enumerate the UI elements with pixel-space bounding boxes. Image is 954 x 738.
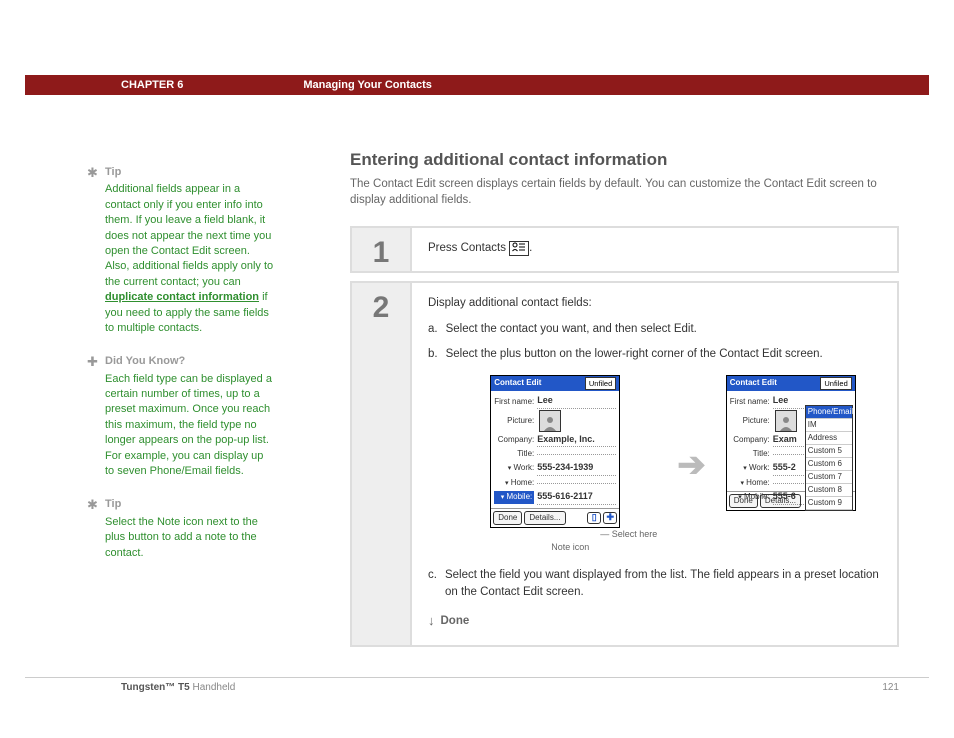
field-popup: Phone/Email IM Address Custom 5 Custom 6… xyxy=(805,405,853,511)
asterisk-icon: ✱ xyxy=(87,496,98,514)
company-field[interactable]: Example, Inc. xyxy=(537,433,616,448)
contacts-icon xyxy=(509,241,529,256)
home-field[interactable] xyxy=(537,483,616,484)
work-field[interactable]: 555-234-1939 xyxy=(537,461,616,476)
screen-contact-edit-1: Contact Edit Unfiled First name:Lee Pict… xyxy=(490,375,620,528)
did-you-know-block: ✚ Did You Know? Each field type can be d… xyxy=(105,354,275,479)
screen-contact-edit-2: Contact Edit Unfiled First name:Lee Pict… xyxy=(726,375,856,511)
section-intro: The Contact Edit screen displays certain… xyxy=(350,176,899,208)
plus-button[interactable]: ✚ xyxy=(603,512,617,524)
tip-label: Tip xyxy=(105,165,275,180)
callout-select: — Select here xyxy=(600,528,657,542)
screenshot-row: Contact Edit Unfiled First name:Lee Pict… xyxy=(428,375,881,555)
mobile-label[interactable]: ▾ Mobile: xyxy=(494,491,534,504)
plus-icon: ✚ xyxy=(87,353,98,371)
note-icon[interactable]: ▯ xyxy=(587,512,601,524)
tip-text-2: Select the Note icon next to the plus bu… xyxy=(105,515,275,561)
header-bar: CHAPTER 6 Managing Your Contacts xyxy=(25,75,929,95)
duplicate-contact-link[interactable]: duplicate contact information xyxy=(105,291,259,303)
dyk-text: Each field type can be displayed a certa… xyxy=(105,372,275,480)
step-number: 1 xyxy=(352,228,412,271)
main-content: Entering additional contact information … xyxy=(350,150,899,655)
popup-option[interactable]: Custom 9 xyxy=(806,497,852,510)
tip-text: Additional fields appear in a contact on… xyxy=(105,182,275,336)
first-name-field[interactable]: Lee xyxy=(537,394,616,409)
page-number: 121 xyxy=(882,682,899,693)
arrow-icon: ➔ xyxy=(677,440,706,491)
step2-lead: Display additional contact fields: xyxy=(428,295,881,312)
tip-block-2: ✱ Tip Select the Note icon next to the p… xyxy=(105,497,275,561)
page-footer: Tungsten™ T5 Handheld 121 xyxy=(25,677,929,693)
popup-option[interactable]: Custom 6 xyxy=(806,458,852,471)
sidebar: ✱ Tip Additional fields appear in a cont… xyxy=(105,165,275,579)
step1-text: Press Contacts xyxy=(428,242,509,254)
section-heading: Entering additional contact information xyxy=(350,150,899,170)
step2b: Select the plus button on the lower-righ… xyxy=(446,346,823,363)
screen-title: Contact Edit xyxy=(494,377,541,390)
chapter-label: CHAPTER 6 xyxy=(121,79,183,91)
product-name: Tungsten™ T5 xyxy=(121,682,190,693)
category-dropdown[interactable]: Unfiled xyxy=(585,377,616,390)
step2a: Select the contact you want, and then se… xyxy=(446,321,697,338)
done-button[interactable]: Done xyxy=(493,511,522,525)
asterisk-icon: ✱ xyxy=(87,164,98,182)
dyk-label: Did You Know? xyxy=(105,354,275,369)
popup-option[interactable]: Custom 7 xyxy=(806,471,852,484)
popup-option[interactable]: IM xyxy=(806,419,852,432)
tip-block-1: ✱ Tip Additional fields appear in a cont… xyxy=(105,165,275,336)
step-number: 2 xyxy=(352,283,412,645)
done-marker: ↓ Done xyxy=(428,611,881,631)
title-field[interactable] xyxy=(537,454,616,455)
chapter-title: Managing Your Contacts xyxy=(303,79,432,91)
picture-icon[interactable] xyxy=(775,410,797,432)
category-dropdown[interactable]: Unfiled xyxy=(820,377,851,390)
step2c: Select the field you want displayed from… xyxy=(445,567,881,602)
popup-option[interactable]: Custom 8 xyxy=(806,484,852,497)
mobile-field[interactable]: 555-616-2117 xyxy=(537,490,616,505)
picture-icon[interactable] xyxy=(539,410,561,432)
details-button[interactable]: Details... xyxy=(524,511,565,525)
done-arrow-icon: ↓ xyxy=(428,611,435,631)
callout-note: Note icon xyxy=(551,541,589,555)
popup-option[interactable]: Address xyxy=(806,432,852,445)
tip-label-2: Tip xyxy=(105,497,275,512)
step-2: 2 Display additional contact fields: a.S… xyxy=(350,281,899,647)
popup-option[interactable]: Custom 5 xyxy=(806,445,852,458)
popup-option[interactable]: Phone/Email xyxy=(806,406,852,419)
step-1: 1 Press Contacts . xyxy=(350,226,899,273)
